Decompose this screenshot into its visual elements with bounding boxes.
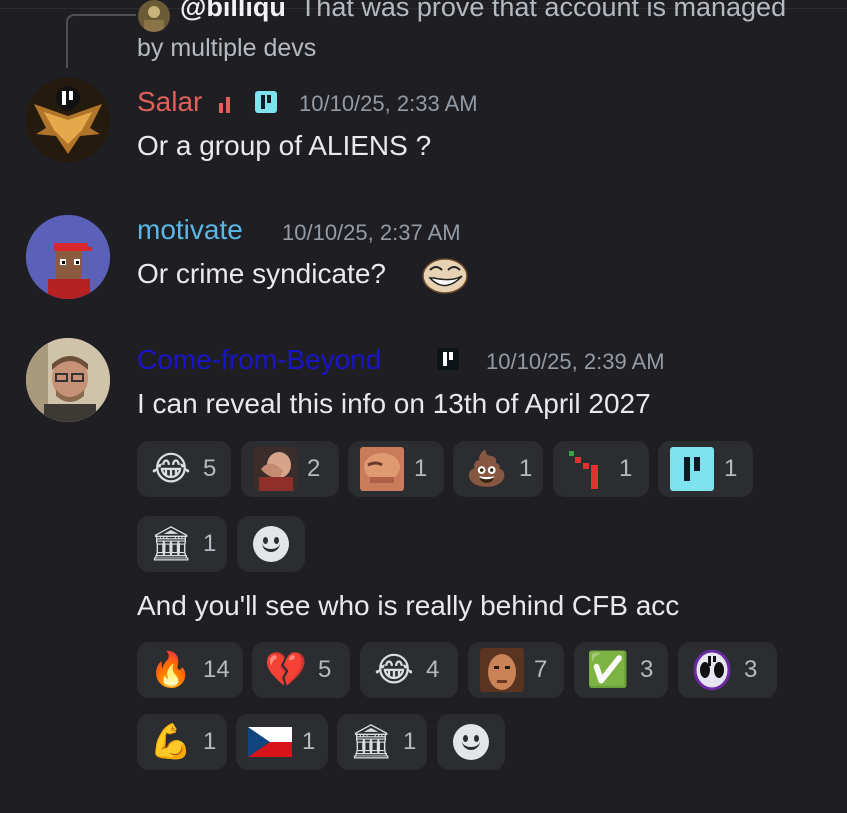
timestamp-salar[interactable]: 10/10/25, 2:33 AM: [299, 91, 478, 117]
qubic-role-badge[interactable]: [255, 91, 277, 113]
reaction-count: 3: [640, 656, 654, 683]
reaction-red-logo[interactable]: 1: [553, 441, 649, 497]
message-text-followup: And you'll see who is really behind CFB …: [137, 590, 680, 621]
reaction-count: 1: [203, 728, 217, 755]
reaction-count: 5: [203, 455, 217, 482]
czech-flag-icon: [248, 720, 292, 764]
reaction-count: 1: [619, 455, 633, 482]
reaction-church[interactable]: 🏛 1: [137, 516, 227, 572]
reply-connector: [66, 14, 136, 68]
joy-icon: 😂: [374, 650, 414, 690]
username-salar[interactable]: Salar: [137, 86, 202, 118]
reaction-check-mark[interactable]: ✅ 3: [574, 642, 668, 698]
message-text-come-from-beyond: I can reveal this info on 13th of April …: [137, 388, 651, 419]
reaction-count: 1: [203, 530, 217, 557]
avatar-motivate[interactable]: [26, 215, 110, 299]
avatar-salar[interactable]: [26, 78, 110, 162]
poop-icon: 💩: [465, 449, 509, 489]
avatar-come-from-beyond[interactable]: [26, 338, 110, 422]
reaction-count: 1: [403, 728, 417, 755]
reaction-count: 2: [307, 455, 321, 482]
reaction-flexed-biceps[interactable]: 💪 1: [137, 714, 227, 770]
reaction-facepalm[interactable]: 2: [241, 441, 339, 497]
reaction-poop[interactable]: 💩 1: [453, 441, 543, 497]
reaction-count: 4: [426, 656, 440, 683]
reaction-fire[interactable]: 🔥 14: [137, 642, 243, 698]
timestamp-motivate[interactable]: 10/10/25, 2:37 AM: [282, 220, 461, 246]
troll-face-icon[interactable]: [422, 258, 468, 294]
reaction-broken-heart[interactable]: 💔 5: [252, 642, 350, 698]
reaction-czech-flag[interactable]: 1: [236, 714, 328, 770]
add-reaction-button-2[interactable]: [437, 714, 505, 770]
add-reaction-button[interactable]: [237, 516, 305, 572]
username-motivate[interactable]: motivate: [137, 214, 243, 246]
reaction-qubic-logo[interactable]: 1: [658, 441, 753, 497]
reply-text: That was prove that account is managed: [299, 0, 787, 22]
red-logo-icon: [565, 447, 609, 491]
check-mark-icon: ✅: [586, 650, 630, 690]
reaction-count: 14: [203, 656, 230, 683]
message-text-motivate: Or crime syndicate?: [137, 258, 386, 289]
reply-avatar[interactable]: [138, 0, 170, 32]
reply-username[interactable]: @billiqu: [180, 0, 286, 22]
message-text-salar: Or a group of ALIENS ?: [137, 130, 432, 161]
timestamp-come-from-beyond[interactable]: 10/10/25, 2:39 AM: [486, 349, 665, 375]
joy-icon: 😂: [151, 449, 191, 489]
add-reaction-icon: [253, 526, 289, 562]
church-icon: 🏛: [349, 722, 393, 762]
reaction-count: 5: [318, 656, 332, 683]
reaction-church-2[interactable]: 🏛 1: [337, 714, 427, 770]
add-reaction-icon: [453, 724, 489, 760]
reaction-face-closeup-2[interactable]: 7: [468, 642, 564, 698]
alien-icon: [690, 648, 734, 692]
church-icon: 🏛: [149, 524, 193, 564]
reaction-count: 3: [744, 656, 758, 683]
flexed-biceps-icon: 💪: [149, 722, 193, 762]
reply-text-continued: by multiple devs: [137, 34, 317, 62]
qubic-role-badge-cfb[interactable]: [437, 348, 459, 370]
reaction-alien[interactable]: 3: [678, 642, 777, 698]
reaction-count: 7: [534, 656, 548, 683]
reaction-count: 1: [302, 728, 316, 755]
reaction-count: 1: [724, 455, 738, 482]
facepalm-icon: [253, 447, 297, 491]
reaction-joy[interactable]: 😂 5: [137, 441, 231, 497]
reaction-face-closeup[interactable]: 1: [348, 441, 444, 497]
qubic-logo-icon: [670, 447, 714, 491]
salar-tag-icon: [219, 97, 233, 113]
reaction-count: 1: [519, 455, 533, 482]
broken-heart-icon: 💔: [264, 650, 308, 690]
face-closeup-icon: [480, 648, 524, 692]
face-closeup-icon: [360, 447, 404, 491]
reaction-joy-2[interactable]: 😂 4: [360, 642, 458, 698]
username-come-from-beyond[interactable]: Come-from-Beyond: [137, 344, 381, 376]
reply-preview[interactable]: @billiqu That was prove that account is m…: [180, 0, 786, 23]
reaction-count: 1: [414, 455, 428, 482]
fire-icon: 🔥: [149, 650, 193, 690]
